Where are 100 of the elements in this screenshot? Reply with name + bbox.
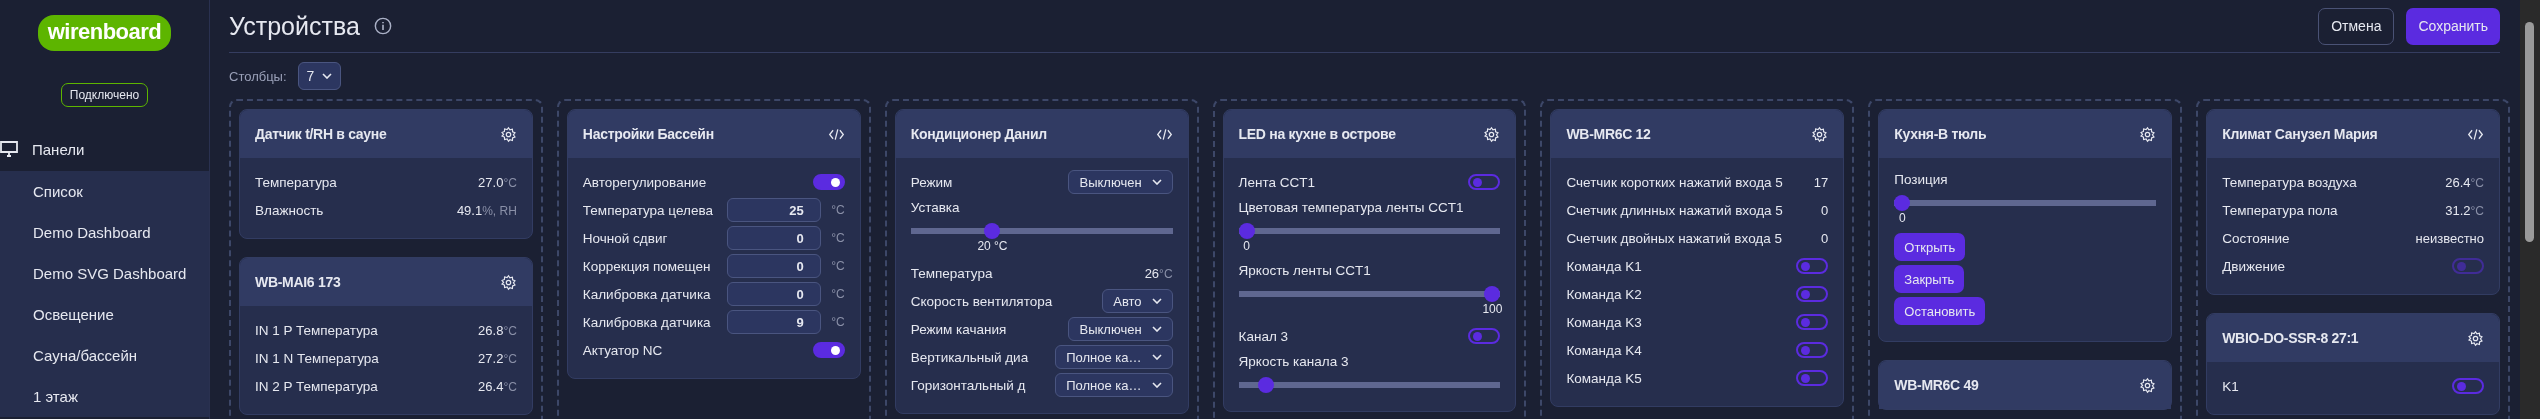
- row-label: Температура целева: [582, 202, 713, 218]
- row-label: Температура: [255, 174, 337, 190]
- row-label: Движение: [2222, 258, 2286, 274]
- gear-icon[interactable]: [2467, 329, 2484, 347]
- action-button[interactable]: Остановить: [1894, 297, 1986, 325]
- toggle-switch[interactable]: [1468, 328, 1501, 344]
- row-value: 26.8°C: [478, 322, 517, 338]
- slider-thumb[interactable]: [1894, 195, 1911, 211]
- row-value: неизвестно: [2415, 230, 2484, 246]
- nav-item[interactable]: Demo Dashboard: [0, 212, 209, 253]
- number-input[interactable]: 0: [726, 282, 821, 306]
- toggle-switch[interactable]: [1796, 314, 1829, 330]
- slider-thumb[interactable]: [984, 223, 1001, 239]
- unit-label: °C: [830, 231, 845, 245]
- row-label: IN 1 N Температура: [255, 350, 379, 366]
- gear-icon[interactable]: [499, 125, 517, 143]
- row-label: Вертикальный диа: [910, 349, 1029, 365]
- number-input[interactable]: 25: [726, 198, 821, 222]
- dropdown[interactable]: Выключен: [1068, 317, 1173, 341]
- nav-group[interactable]: Панели: [0, 127, 209, 171]
- slider-thumb[interactable]: [1484, 286, 1501, 302]
- toggle-switch[interactable]: [1796, 342, 1829, 358]
- chevron-icon: [1151, 326, 1162, 332]
- slider-reading: 100: [1482, 302, 1503, 316]
- row-label: Цветовая температура ленты CCT1: [1238, 200, 1465, 215]
- number-input[interactable]: 0: [726, 226, 821, 250]
- columns-select[interactable]: 7: [297, 62, 342, 90]
- gear-icon[interactable]: [2139, 376, 2157, 394]
- number-input[interactable]: 9: [726, 310, 821, 334]
- row-label: IN 1 P Температура: [255, 322, 378, 338]
- slider-reading: 0: [1898, 211, 1906, 225]
- chevron-icon: [1151, 298, 1162, 304]
- row-value: 0: [1821, 202, 1829, 218]
- card-title: WB-MR6C 12: [1566, 126, 1651, 142]
- nav-item[interactable]: Сауна/бассейн: [0, 335, 209, 376]
- columns-label: Столбцы:: [229, 68, 287, 84]
- row-label: Коррекция помещен: [582, 258, 711, 274]
- slider-thumb[interactable]: [1238, 223, 1255, 239]
- row-label: IN 2 P Температура: [255, 378, 378, 394]
- row-label: Горизонтальный д: [910, 377, 1026, 393]
- dropdown[interactable]: Полное ка…: [1055, 373, 1173, 397]
- slider-reading: 20 °C: [977, 239, 1008, 253]
- card-title: Датчик t/RH в сауне: [255, 126, 387, 142]
- action-button[interactable]: Открыть: [1894, 233, 1966, 261]
- page-title: Устройства: [229, 11, 360, 41]
- logo: wirenboard: [37, 15, 172, 51]
- gear-icon[interactable]: [1811, 125, 1829, 143]
- chevron-icon: [322, 73, 333, 79]
- row-value: 26.4°C: [478, 378, 517, 394]
- row-label: Ночной сдвиг: [582, 230, 668, 246]
- card-title: Кондиционер Данил: [910, 126, 1047, 142]
- gear-icon[interactable]: [2139, 125, 2157, 143]
- row-value: 31.2°C: [2445, 202, 2484, 218]
- chevron-icon: [1151, 354, 1162, 360]
- row-label: Лента CCT1: [1238, 174, 1315, 190]
- toggle-switch[interactable]: [812, 174, 845, 190]
- action-button[interactable]: Закрыть: [1894, 265, 1965, 293]
- dropdown[interactable]: Авто: [1102, 289, 1173, 313]
- row-label: Авторегулирование: [582, 174, 707, 190]
- toggle-switch[interactable]: [1796, 286, 1829, 302]
- row-label: Яркость канала 3: [1238, 354, 1350, 369]
- info-icon[interactable]: [373, 17, 392, 35]
- row-label: Счетчик двойных нажатий входа 5: [1566, 230, 1782, 246]
- unit-label: °C: [830, 315, 845, 329]
- cancel-button[interactable]: Отмена: [2318, 7, 2395, 45]
- row-label: Позиция: [1894, 172, 1949, 187]
- scrollbar[interactable]: [2520, 0, 2540, 419]
- nav-item[interactable]: Освещение: [0, 294, 209, 335]
- row-value: 26.4°C: [2445, 174, 2484, 190]
- gear-icon[interactable]: [1483, 125, 1501, 143]
- toggle-switch[interactable]: [1796, 258, 1829, 274]
- nav-group-label: Панели: [32, 140, 85, 158]
- save-button[interactable]: Сохранить: [2406, 7, 2500, 45]
- toggle-switch[interactable]: [1796, 370, 1829, 386]
- dropdown[interactable]: Полное ка…: [1055, 345, 1173, 369]
- row-label: Канал 3: [1238, 328, 1289, 344]
- number-input[interactable]: 0: [726, 254, 821, 278]
- row-label: Температура пола: [2222, 202, 2338, 218]
- row-label: Состояние: [2222, 230, 2290, 246]
- row-label: Температура воздуха: [2222, 174, 2357, 190]
- row-label: Режим качания: [910, 321, 1007, 337]
- card-title: LED на кухне в острове: [1238, 126, 1396, 142]
- slider-thumb[interactable]: [1258, 377, 1275, 393]
- dropdown[interactable]: Выключен: [1068, 170, 1173, 194]
- toggle-switch[interactable]: [812, 342, 845, 358]
- row-label: Яркость ленты CCT1: [1238, 263, 1372, 278]
- row-label: Уставка: [910, 200, 961, 215]
- nav-item[interactable]: Demo SVG Dashboard: [0, 253, 209, 294]
- nav-item[interactable]: Список: [0, 171, 209, 212]
- row-value: 27.0°C: [478, 174, 517, 190]
- row-value: 27.2°C: [478, 350, 517, 366]
- toggle-switch[interactable]: [1468, 174, 1501, 190]
- row-label: Команда K4: [1566, 342, 1642, 358]
- row-label: Калибровка датчика: [582, 314, 711, 330]
- row-label: Влажность: [255, 202, 324, 218]
- nav-item[interactable]: 1 этаж: [0, 376, 209, 417]
- toggle-switch[interactable]: [2452, 378, 2484, 394]
- row-label: Команда K1: [1566, 258, 1642, 274]
- gear-icon[interactable]: [499, 273, 517, 291]
- row-label: Актуатор NC: [582, 342, 663, 358]
